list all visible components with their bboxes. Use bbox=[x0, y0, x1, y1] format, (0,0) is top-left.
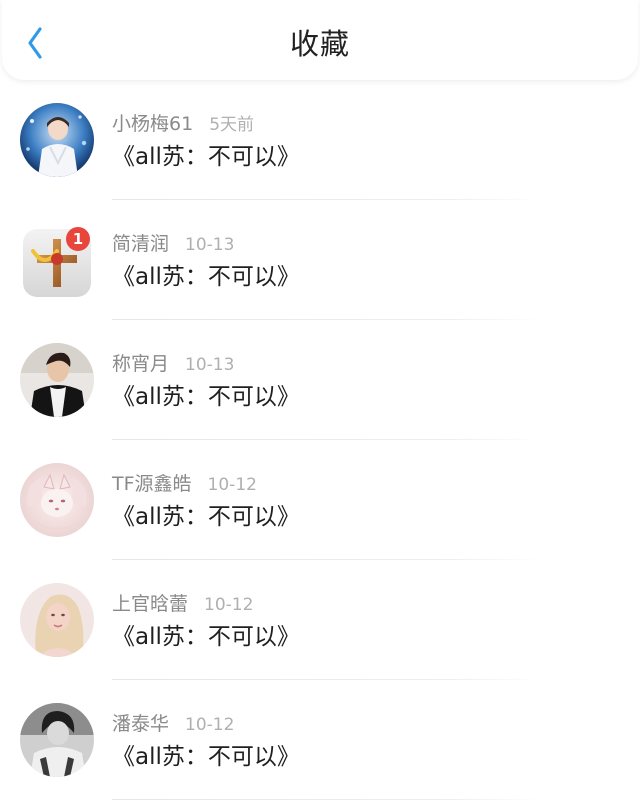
avatar-photo-black-jacket bbox=[20, 343, 94, 417]
item-meta: 简清润 10-13 bbox=[112, 232, 234, 256]
item-title[interactable]: 《all苏：不可以》 bbox=[112, 142, 300, 172]
list-item[interactable]: 上官晗蕾 10-12 《all苏：不可以》 bbox=[0, 560, 640, 680]
avatar-fox-illustration bbox=[20, 463, 94, 537]
username[interactable]: 简清润 bbox=[112, 233, 169, 255]
timestamp: 10-13 bbox=[185, 235, 235, 255]
avatar[interactable] bbox=[20, 463, 94, 537]
favorites-page: 收藏 小杨梅61 5天前 《all苏：不可以》 简清润 10-13 《all苏：… bbox=[0, 0, 640, 809]
top-bar: 收藏 bbox=[2, 0, 638, 80]
list-item[interactable]: 称宵月 10-13 《all苏：不可以》 bbox=[0, 320, 640, 440]
page-title: 收藏 bbox=[289, 27, 350, 61]
timestamp: 10-13 bbox=[185, 355, 235, 375]
item-meta: 小杨梅61 5天前 bbox=[112, 112, 254, 136]
list-item[interactable]: 简清润 10-13 《all苏：不可以》 bbox=[0, 200, 640, 320]
timestamp: 5天前 bbox=[209, 115, 255, 135]
item-meta: 潘泰华 10-12 bbox=[112, 712, 234, 736]
username[interactable]: 潘泰华 bbox=[112, 713, 169, 735]
username[interactable]: 称宵月 bbox=[112, 353, 169, 375]
avatar-photo-blonde bbox=[20, 583, 94, 657]
item-title[interactable]: 《all苏：不可以》 bbox=[112, 622, 300, 652]
item-meta: 称宵月 10-13 bbox=[112, 352, 234, 376]
avatar-photo-white-outfit bbox=[20, 103, 94, 177]
timestamp: 10-12 bbox=[185, 715, 235, 735]
list-item[interactable]: TF源鑫皓 10-12 《all苏：不可以》 bbox=[0, 440, 640, 560]
notification-badge: 1 bbox=[66, 227, 90, 251]
divider bbox=[112, 799, 540, 800]
item-title[interactable]: 《all苏：不可以》 bbox=[112, 262, 300, 292]
avatar[interactable] bbox=[20, 583, 94, 657]
username[interactable]: TF源鑫皓 bbox=[112, 473, 192, 495]
username[interactable]: 上官晗蕾 bbox=[112, 593, 188, 615]
timestamp: 10-12 bbox=[207, 475, 257, 495]
list-item[interactable]: 潘泰华 10-12 《all苏：不可以》 bbox=[0, 680, 640, 800]
item-meta: TF源鑫皓 10-12 bbox=[112, 472, 257, 496]
timestamp: 10-12 bbox=[204, 595, 254, 615]
item-meta: 上官晗蕾 10-12 bbox=[112, 592, 253, 616]
item-title[interactable]: 《all苏：不可以》 bbox=[112, 742, 300, 772]
list-item[interactable]: 小杨梅61 5天前 《all苏：不可以》 bbox=[0, 80, 640, 200]
item-title[interactable]: 《all苏：不可以》 bbox=[112, 382, 300, 412]
avatar[interactable] bbox=[20, 703, 94, 777]
favorites-list: 小杨梅61 5天前 《all苏：不可以》 简清润 10-13 《all苏：不可以… bbox=[0, 80, 640, 800]
avatar-photo-grayscale bbox=[20, 703, 94, 777]
item-title[interactable]: 《all苏：不可以》 bbox=[112, 502, 300, 532]
avatar[interactable] bbox=[20, 343, 94, 417]
avatar[interactable] bbox=[20, 103, 94, 177]
username[interactable]: 小杨梅61 bbox=[112, 113, 193, 135]
